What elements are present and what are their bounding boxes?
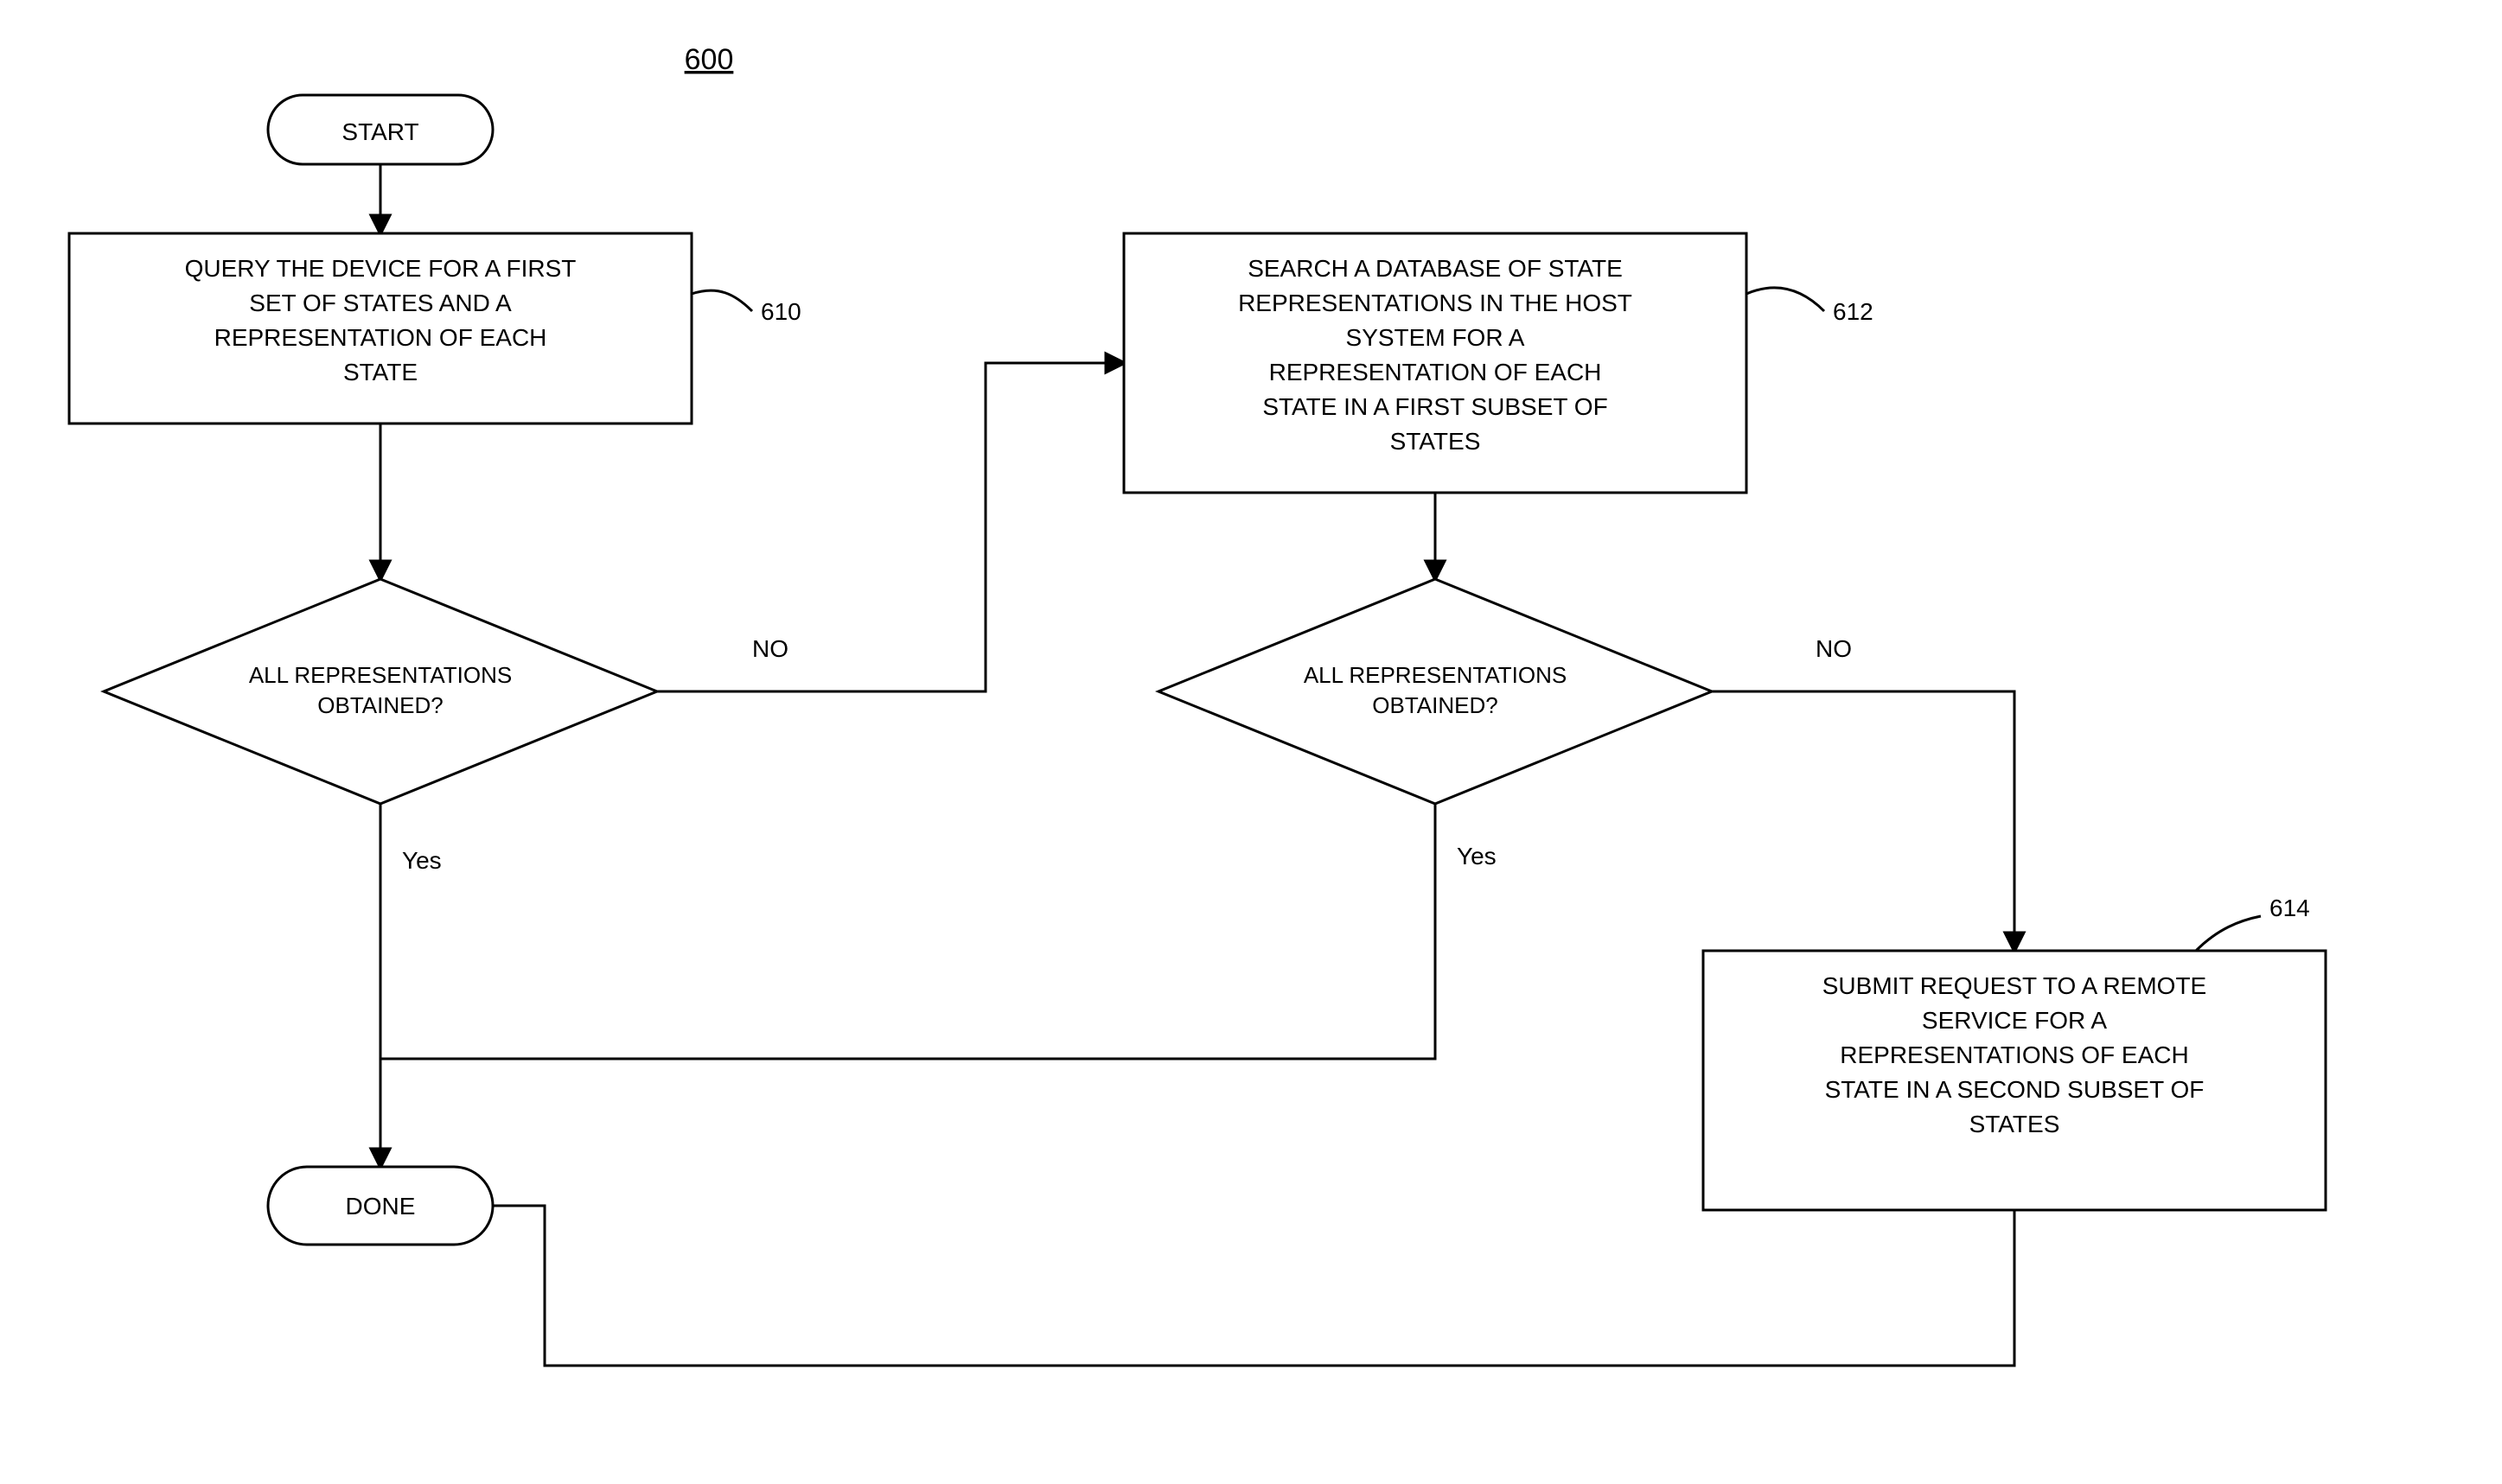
block-612-line2: REPRESENTATIONS IN THE HOST: [1238, 290, 1632, 316]
label-d1-yes: Yes: [402, 847, 442, 874]
label-d2-no: NO: [1816, 635, 1852, 662]
block-612: SEARCH A DATABASE OF STATE REPRESENTATIO…: [1124, 233, 1746, 493]
block-610-line3: REPRESENTATION OF EACH: [214, 324, 547, 351]
decision-1-line2: OBTAINED?: [317, 692, 443, 718]
figure-number: 600: [685, 43, 734, 76]
block-610-line4: STATE: [343, 359, 418, 385]
leader-610: [692, 290, 752, 311]
block-614-line2: SERVICE FOR A: [1922, 1007, 2108, 1034]
decision-1: ALL REPRESENTATIONS OBTAINED?: [104, 579, 657, 804]
block-610-line1: QUERY THE DEVICE FOR A FIRST: [185, 255, 577, 282]
edge-d2-no-to-614: [1712, 691, 2014, 951]
edge-614-return: [380, 1206, 2014, 1366]
terminal-done: DONE: [268, 1167, 493, 1245]
block-614: SUBMIT REQUEST TO A REMOTE SERVICE FOR A…: [1703, 951, 2326, 1210]
label-d2-yes: Yes: [1457, 843, 1497, 869]
block-612-line1: SEARCH A DATABASE OF STATE: [1248, 255, 1623, 282]
edge-d1-no-to-612: [657, 363, 1124, 691]
block-612-line5: STATE IN A FIRST SUBSET OF: [1262, 393, 1607, 420]
label-d1-no: NO: [752, 635, 788, 662]
decision-2-line2: OBTAINED?: [1372, 692, 1497, 718]
block-610-line2: SET OF STATES AND A: [249, 290, 512, 316]
ref-610: 610: [761, 298, 801, 325]
decision-2-line1: ALL REPRESENTATIONS: [1304, 662, 1567, 688]
terminal-start: START: [268, 95, 493, 164]
block-612-line4: REPRESENTATION OF EACH: [1269, 359, 1602, 385]
terminal-start-label: START: [341, 118, 418, 145]
block-614-line1: SUBMIT REQUEST TO A REMOTE: [1822, 972, 2206, 999]
block-614-line3: REPRESENTATIONS OF EACH: [1840, 1041, 2188, 1068]
block-610: QUERY THE DEVICE FOR A FIRST SET OF STAT…: [69, 233, 692, 424]
decision-2: ALL REPRESENTATIONS OBTAINED?: [1158, 579, 1712, 804]
block-614-line4: STATE IN A SECOND SUBSET OF: [1825, 1076, 2205, 1103]
ref-612: 612: [1833, 298, 1873, 325]
flowchart-canvas: 600 START QUERY THE DEVICE FOR A FIRST S…: [0, 0, 2502, 1484]
block-612-line6: STATES: [1390, 428, 1481, 455]
edge-d2-yes-merge: [380, 804, 1435, 1059]
block-614-line5: STATES: [1969, 1111, 2060, 1137]
terminal-done-label: DONE: [346, 1193, 416, 1220]
decision-1-line1: ALL REPRESENTATIONS: [249, 662, 512, 688]
block-612-line3: SYSTEM FOR A: [1346, 324, 1525, 351]
ref-614: 614: [2269, 895, 2310, 921]
leader-612: [1746, 288, 1824, 311]
leader-614: [2196, 916, 2261, 951]
